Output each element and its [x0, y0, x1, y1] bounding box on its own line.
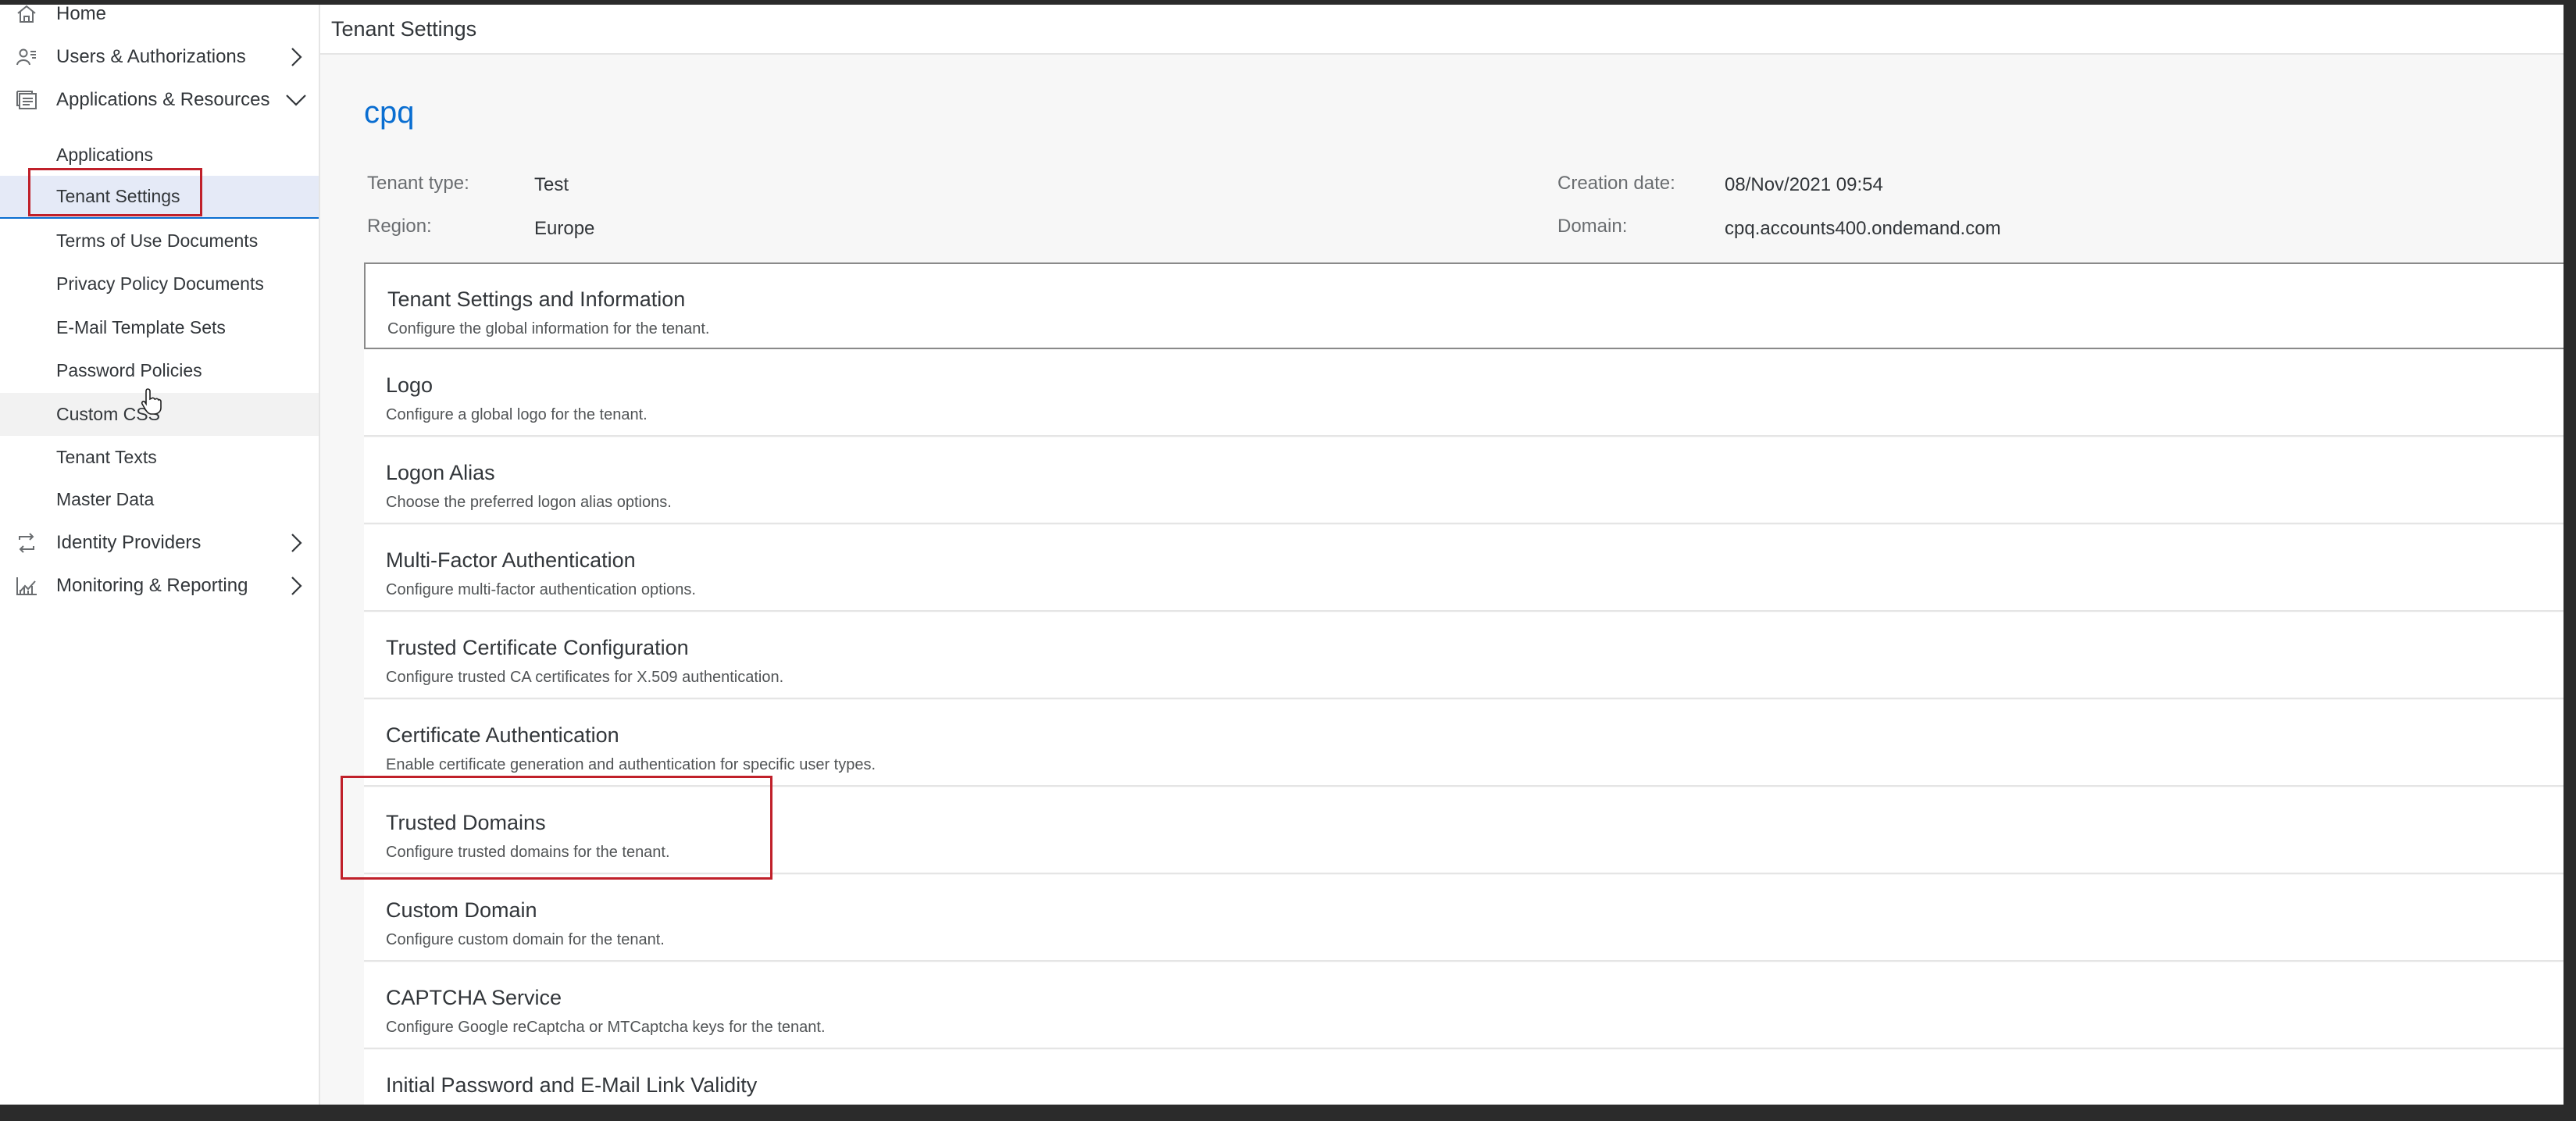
sidebar-subitem-label: Tenant Settings: [56, 186, 180, 206]
main-content: cpq Tenant type: Test Region: Europe Cre…: [320, 55, 2564, 1105]
chevron-right-icon[interactable]: [284, 531, 308, 555]
region-label: Region:: [367, 216, 432, 237]
tenant-type-label: Tenant type:: [367, 173, 469, 194]
sidebar-item-label: Monitoring & Reporting: [56, 574, 248, 596]
tenant-name: cpq: [364, 95, 415, 130]
sidebar-subitem-applications[interactable]: Applications: [0, 134, 319, 177]
sidebar-subitem-terms-of-use[interactable]: Terms of Use Documents: [0, 220, 319, 262]
list-item-description: Choose the preferred logon alias options…: [386, 494, 672, 511]
sidebar-subitem-tenant-texts[interactable]: Tenant Texts: [0, 436, 319, 479]
sidebar-item-users-authorizations[interactable]: Users & Authorizations: [0, 35, 319, 78]
list-item-title: Initial Password and E-Mail Link Validit…: [386, 1073, 758, 1097]
list-item-description: Configure a global logo for the tenant.: [386, 406, 648, 423]
sidebar-subitem-label: Terms of Use Documents: [56, 230, 259, 251]
page-title: Tenant Settings: [331, 16, 477, 41]
list-item-description: Configure the global information for the…: [387, 320, 710, 337]
sidebar-item-identity-providers[interactable]: Identity Providers: [0, 521, 319, 564]
sidebar-subitem-label: Master Data: [56, 489, 155, 509]
list-item-tenant-settings-information[interactable]: Tenant Settings and Information Configur…: [364, 262, 2564, 349]
list-item-description: Configure trusted domains for the tenant…: [386, 844, 670, 861]
list-item-trusted-domains[interactable]: Trusted Domains Configure trusted domain…: [364, 787, 2564, 874]
sidebar-subitem-password-policies[interactable]: Password Policies: [0, 349, 319, 392]
list-item-custom-domain[interactable]: Custom Domain Configure custom domain fo…: [364, 875, 2564, 962]
list-item-description: Configure trusted CA certificates for X.…: [386, 669, 784, 686]
page-header: Tenant Settings: [320, 5, 2564, 55]
sidebar-subitem-label: Tenant Texts: [56, 447, 157, 467]
applications-icon: [12, 86, 41, 114]
region-value: Europe: [534, 218, 595, 239]
list-item-title: Trusted Certificate Configuration: [386, 636, 689, 659]
home-icon: [12, 5, 41, 28]
sidebar-item-monitoring-reporting[interactable]: Monitoring & Reporting: [0, 564, 319, 607]
chevron-right-icon[interactable]: [284, 574, 308, 598]
list-item-title: Logon Alias: [386, 461, 495, 484]
list-item-certificate-authentication[interactable]: Certificate Authentication Enable certif…: [364, 700, 2564, 787]
list-item-logo[interactable]: Logo Configure a global logo for the ten…: [364, 350, 2564, 437]
list-item-logon-alias[interactable]: Logon Alias Choose the preferred logon a…: [364, 437, 2564, 524]
monitoring-icon: [12, 572, 41, 600]
creation-date-label: Creation date:: [1557, 173, 1675, 194]
domain-value: cpq.accounts400.ondemand.com: [1725, 218, 2001, 239]
creation-date-value: 08/Nov/2021 09:54: [1725, 174, 1883, 195]
sidebar-subitem-email-template-sets[interactable]: E-Mail Template Sets: [0, 306, 319, 349]
sidebar-subitem-label: Password Policies: [56, 360, 202, 380]
sidebar-item-label: Users & Authorizations: [56, 45, 246, 67]
sidebar-subitem-master-data[interactable]: Master Data: [0, 478, 319, 521]
app-window: Home Users & Authorizations Applications…: [0, 5, 2564, 1105]
chevron-down-icon[interactable]: [284, 88, 308, 112]
sidebar-subitem-tenant-settings[interactable]: Tenant Settings: [0, 176, 319, 219]
sidebar-subitem-label: Applications: [56, 145, 154, 165]
list-item-title: Multi-Factor Authentication: [386, 548, 636, 572]
sidebar-subitem-label: E-Mail Template Sets: [56, 317, 226, 337]
sidebar-item-home[interactable]: Home: [0, 5, 319, 35]
list-item-multi-factor-authentication[interactable]: Multi-Factor Authentication Configure mu…: [364, 525, 2564, 612]
tenant-type-value: Test: [534, 174, 569, 195]
list-item-title: Custom Domain: [386, 898, 537, 922]
chevron-right-icon[interactable]: [284, 45, 308, 69]
list-item-title: Tenant Settings and Information: [387, 287, 686, 311]
list-item-captcha-service[interactable]: CAPTCHA Service Configure Google reCaptc…: [364, 962, 2564, 1049]
list-item-description: Configure custom domain for the tenant.: [386, 931, 665, 948]
hand-pointer-icon: [141, 387, 162, 416]
settings-list: Tenant Settings and Information Configur…: [364, 262, 2564, 1105]
sidebar-item-label: Identity Providers: [56, 531, 202, 553]
sidebar-item-applications-resources[interactable]: Applications & Resources: [0, 78, 319, 121]
sidebar-subitem-privacy-policy[interactable]: Privacy Policy Documents: [0, 262, 319, 305]
identity-providers-icon: [12, 529, 41, 557]
list-item-title: CAPTCHA Service: [386, 986, 562, 1009]
list-item-initial-password-email-link-validity[interactable]: Initial Password and E-Mail Link Validit…: [364, 1050, 2564, 1105]
sidebar-item-label: Home: [56, 5, 107, 24]
domain-label: Domain:: [1557, 216, 1628, 237]
users-icon: [12, 43, 41, 71]
list-item-trusted-certificate-configuration[interactable]: Trusted Certificate Configuration Config…: [364, 612, 2564, 699]
list-item-description: Configure Google reCaptcha or MTCaptcha …: [386, 1019, 826, 1036]
sidebar-nav: Home Users & Authorizations Applications…: [0, 5, 320, 1105]
list-item-description: Enable certificate generation and authen…: [386, 756, 876, 773]
list-item-description: Configure multi-factor authentication op…: [386, 581, 696, 598]
list-item-title: Certificate Authentication: [386, 723, 619, 747]
sidebar-item-label: Applications & Resources: [56, 88, 270, 110]
sidebar-subitem-label: Privacy Policy Documents: [56, 273, 264, 294]
list-item-title: Trusted Domains: [386, 811, 546, 834]
list-item-title: Logo: [386, 373, 433, 397]
